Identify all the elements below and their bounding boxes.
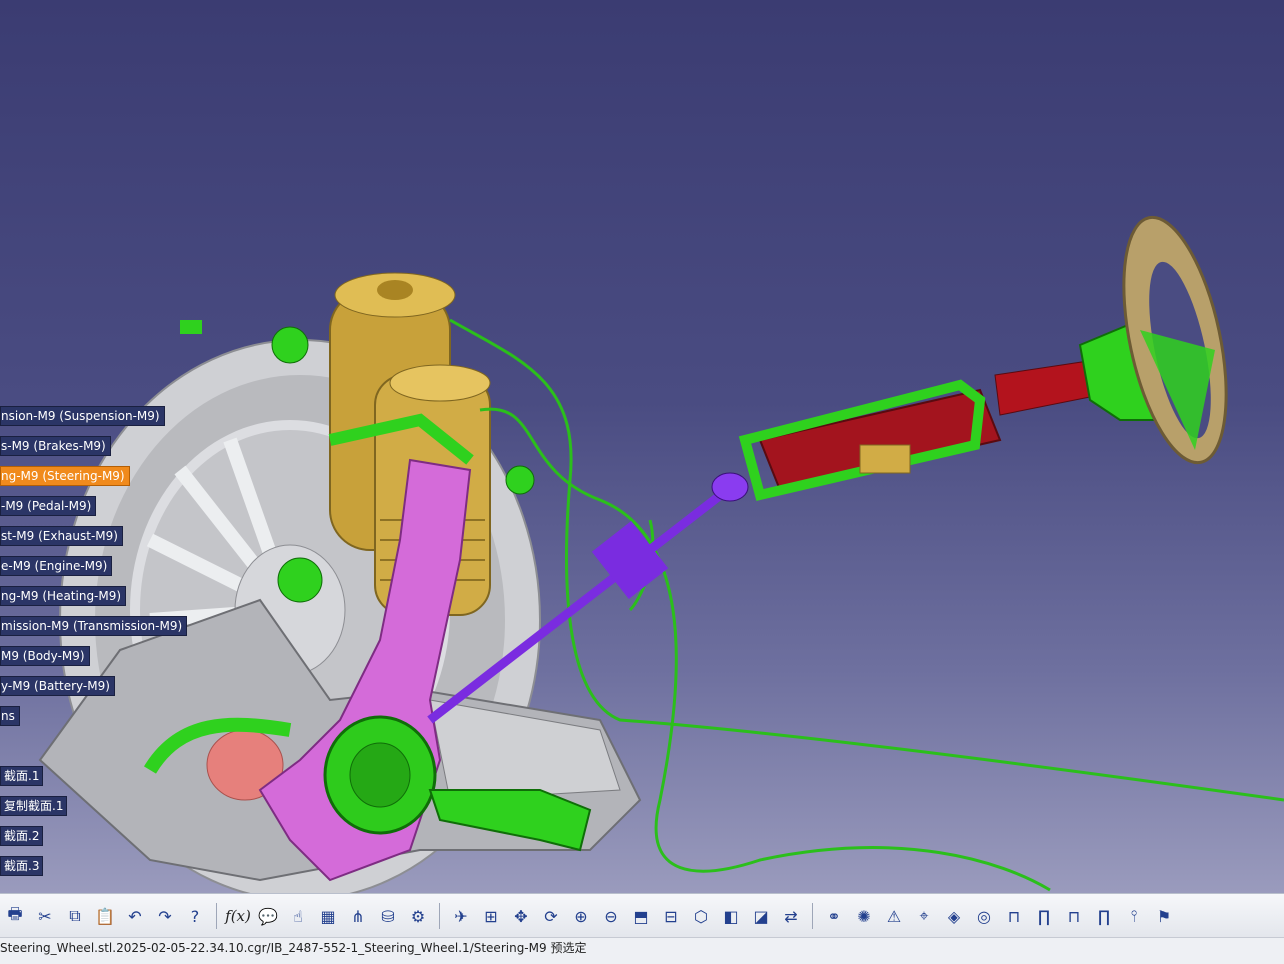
knowledge-icon[interactable]: ⚙ <box>405 903 431 929</box>
undo-icon[interactable]: ↶ <box>122 903 148 929</box>
fit-all-icon[interactable]: ⊞ <box>478 903 504 929</box>
shading-icon[interactable]: ◧ <box>718 903 744 929</box>
tree-node[interactable]: nsion-M9 (Suspension-M9) <box>0 406 165 426</box>
tree-node[interactable]: y-M9 (Battery-M9) <box>0 676 115 696</box>
swap-view-icon[interactable]: ⇄ <box>778 903 804 929</box>
fly-mode-icon[interactable]: ✈ <box>448 903 474 929</box>
paste-icon[interactable]: 📋 <box>92 903 118 929</box>
tree-node[interactable]: st-M9 (Exhaust-M9) <box>0 526 123 546</box>
zoom-in-icon[interactable]: ⊕ <box>568 903 594 929</box>
tree-node[interactable]: s-M9 (Brakes-M9) <box>0 436 111 456</box>
table-icon[interactable]: ▦ <box>315 903 341 929</box>
distance-icon[interactable]: ◎ <box>971 903 997 929</box>
hand-icon[interactable]: ☝ <box>285 903 311 929</box>
wheel-hub <box>323 715 437 835</box>
formula-icon[interactable]: f(x) <box>225 903 251 929</box>
redo-icon[interactable]: ↷ <box>152 903 178 929</box>
cut-icon[interactable]: ✂ <box>32 903 58 929</box>
measure-icon[interactable]: ⌖ <box>911 903 937 929</box>
tree-icon[interactable]: ⋔ <box>345 903 371 929</box>
normal-view-icon[interactable]: ⬒ <box>628 903 654 929</box>
magnet-icon[interactable]: ⊓ <box>1001 903 1027 929</box>
rotate-icon[interactable]: ⟳ <box>538 903 564 929</box>
toolbar-separator <box>216 903 217 929</box>
pillar-icon[interactable]: ∏ <box>1091 903 1117 929</box>
pin-icon[interactable]: ⫯ <box>1121 903 1147 929</box>
section-node[interactable]: 截面.1 <box>0 766 44 786</box>
tree-node[interactable]: M9 (Body-M9) <box>0 646 90 666</box>
iso-view-icon[interactable]: ⬡ <box>688 903 714 929</box>
section-node[interactable]: 截面.2 <box>0 826 44 846</box>
steering-column <box>738 318 1187 501</box>
tree-node[interactable]: mission-M9 (Transmission-M9) <box>0 616 188 636</box>
section-node[interactable]: 截面.3 <box>0 856 44 876</box>
print-icon[interactable]: 🖶 <box>2 903 28 929</box>
sectioning-icon[interactable]: ◈ <box>941 903 967 929</box>
zoom-out-icon[interactable]: ⊖ <box>598 903 624 929</box>
explode-icon[interactable]: ✺ <box>851 903 877 929</box>
toolbar: 🖶 ✂ ⧉ 📋 ↶ ↷? f(x) 💬 ☝ ▦ ⋔ ⛁ ⚙ ✈ ⊞ ✥ ⟳ ⊕ ⊖ ⬒ ⊟ ⬡ ◧ ◪ ⇄ ⚭ ✺ ⚠ ⌖ ◈ ◎ ⊓ ∏ ⊓ ∏ ⫯… <box>0 893 1284 938</box>
section-node[interactable]: 复制截面.1 <box>0 796 68 816</box>
catalog-icon[interactable]: ⛁ <box>375 903 401 929</box>
whats-this-icon[interactable]: ? <box>182 903 208 929</box>
comment-icon[interactable]: 💬 <box>255 903 281 929</box>
copy-icon[interactable]: ⧉ <box>62 903 88 929</box>
tree-node[interactable]: ns <box>0 706 20 726</box>
pan-icon[interactable]: ✥ <box>508 903 534 929</box>
tree-node[interactable]: ng-M9 (Heating-M9) <box>0 586 127 606</box>
clash-icon[interactable]: ⚠ <box>881 903 907 929</box>
tree-node[interactable]: e-M9 (Engine-M9) <box>0 556 113 576</box>
hide-show-icon[interactable]: ◪ <box>748 903 774 929</box>
group-icon[interactable]: ⚭ <box>821 903 847 929</box>
status-text: Steering_Wheel.stl.2025-02-05-22.34.10.c… <box>0 941 587 955</box>
multi-view-icon[interactable]: ⊟ <box>658 903 684 929</box>
3d-viewport[interactable]: nsion-M9 (Suspension-M9) s-M9 (Brakes-M9)… <box>0 0 1284 893</box>
status-bar: Steering_Wheel.stl.2025-02-05-22.34.10.c… <box>0 937 1284 964</box>
tree-node[interactable]: ng-M9 (Steering-M9) <box>0 466 130 486</box>
assembly-3d-model[interactable] <box>0 0 1284 893</box>
column-icon[interactable]: ⊓ <box>1061 903 1087 929</box>
bracket-icon[interactable]: ∏ <box>1031 903 1057 929</box>
toolbar-separator <box>439 903 440 929</box>
tree-node[interactable]: -M9 (Pedal-M9) <box>0 496 97 516</box>
tag-icon[interactable]: ⚑ <box>1151 903 1177 929</box>
toolbar-separator <box>812 903 813 929</box>
